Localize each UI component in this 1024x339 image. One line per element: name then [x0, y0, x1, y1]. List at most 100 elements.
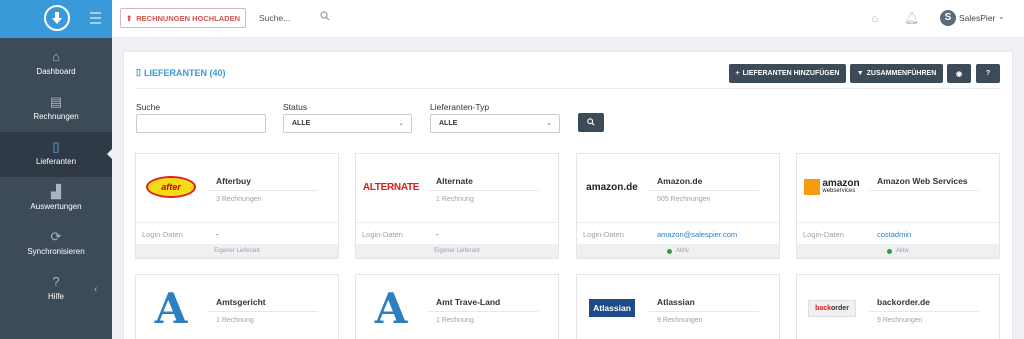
menu-toggle-icon[interactable]	[90, 12, 101, 24]
bell-icon[interactable]: 🔔︎	[904, 11, 919, 25]
status-text: Eigener Lieferant	[434, 248, 480, 254]
divider	[356, 222, 558, 223]
status-text: Aktiv	[895, 248, 909, 254]
aws-logo-text: amazon	[822, 178, 860, 189]
divider	[869, 311, 979, 312]
sidebar-item-label: Lieferanten	[35, 157, 77, 166]
home-icon: ⌂	[52, 49, 60, 64]
sidebar-item-rechnungen[interactable]: ▤ Rechnungen	[0, 87, 112, 132]
page-title-text: LIEFERANTEN (40)	[143, 67, 226, 78]
chevron-down-icon: ⌄	[398, 120, 404, 127]
status-text: Aktiv	[675, 248, 689, 254]
divider	[869, 190, 979, 191]
supplier-card-alternate[interactable]: ALTERNATE Alternate 1 Rechnung Login-Dat…	[355, 153, 559, 259]
supplier-card-aws[interactable]: amazon webservices Amazon Web Services Lo…	[796, 153, 1000, 259]
status-dot-icon	[666, 248, 672, 254]
invoice-count: 505 Rechnungen	[657, 196, 711, 203]
aws-logo: amazon webservices	[803, 166, 861, 208]
supplier-type-value: ALLE	[439, 120, 458, 127]
topbar: ⬆ RECHNUNGEN HOCHLADEN Suche... ⌂ 🔔︎ S S…	[112, 0, 1024, 38]
sidebar-header	[0, 0, 112, 38]
aws-cubes-icon	[804, 179, 821, 195]
document-icon: ▤	[49, 94, 63, 109]
invoice-count: 1 Rechnung	[436, 196, 474, 203]
divider	[208, 190, 318, 191]
sidebar-item-lieferanten[interactable]: ▯ Lieferanten	[0, 132, 112, 177]
add-supplier-label: LIEFERANTEN HINZUFÜGEN	[742, 70, 840, 77]
upload-invoices-button[interactable]: ⬆ RECHNUNGEN HOCHLADEN	[120, 8, 246, 28]
supplier-card-backorder[interactable]: backorder backorder.de 9 Rechnungen	[796, 274, 1000, 339]
login-value[interactable]: amazon@salespier.com	[657, 230, 737, 239]
supplier-status: Eigener Lieferant	[136, 244, 338, 258]
supplier-card-amt-trave-land[interactable]: A Amt Trave-Land 1 Rechnung	[355, 274, 559, 339]
sidebar-item-synchronisieren[interactable]: ⟳ Synchronisieren	[0, 222, 112, 267]
supplier-type-select[interactable]: ALLE ⌄	[430, 114, 560, 133]
invoice-count: 1 Rechnung	[436, 317, 474, 324]
supplier-card-amazon[interactable]: amazon.de Amazon.de 505 Rechnungen Login…	[576, 153, 780, 259]
filter-icon: ▼	[856, 70, 864, 77]
invoice-count: 3 Rechnungen	[216, 196, 262, 203]
username[interactable]: SalesPier	[959, 13, 995, 23]
login-label: Login-Daten	[583, 230, 624, 239]
help-button[interactable]: ?	[976, 64, 1000, 83]
add-supplier-button[interactable]: + LIEFERANTEN HINZUFÜGEN	[729, 64, 846, 83]
chevron-left-icon[interactable]: ‹	[94, 284, 97, 295]
backorder-logo-text: order	[831, 304, 849, 312]
letter-a-logo: A	[142, 284, 200, 333]
supplier-name: Alternate	[436, 176, 473, 186]
supplier-search-input[interactable]	[136, 114, 266, 133]
search-icon[interactable]	[320, 11, 330, 21]
backorder-logo: backorder	[803, 287, 861, 329]
invoice-count: 9 Rechnungen	[657, 317, 703, 324]
amazon-logo-text: amazon.de	[586, 181, 638, 193]
sidebar-item-dashboard[interactable]: ⌂ Dashboard	[0, 42, 112, 87]
status-dot-icon	[886, 248, 892, 254]
login-label: Login-Daten	[803, 230, 844, 239]
supplier-status: Aktiv	[797, 244, 999, 258]
backorder-logo-red-text: back	[815, 304, 832, 312]
login-value[interactable]: costadmin	[877, 230, 911, 239]
status-text: Eigener Lieferant	[214, 248, 260, 254]
supplier-name: Amtsgericht	[216, 297, 266, 307]
supplier-card-afterbuy[interactable]: after Afterbuy 3 Rechnungen Login-Daten …	[135, 153, 339, 259]
bank-icon[interactable]: ⌂	[871, 11, 885, 25]
login-value: -	[436, 230, 439, 239]
chart-icon: ▟	[51, 184, 61, 199]
tablet-icon: ▯	[136, 67, 141, 77]
sidebar-item-label: Hilfe	[47, 292, 64, 301]
divider	[428, 190, 538, 191]
chevron-down-icon[interactable]: ⌄	[998, 12, 1005, 21]
divider	[136, 222, 338, 223]
search-input[interactable]: Suche...	[259, 13, 290, 23]
supplier-status: Aktiv	[577, 244, 779, 258]
supplier-name: Amt Trave-Land	[436, 297, 501, 307]
divider	[577, 222, 779, 223]
divider	[649, 190, 759, 191]
login-value: -	[216, 230, 219, 239]
filter-search-button[interactable]	[578, 113, 604, 132]
letter-a-logo: A	[362, 284, 420, 333]
sync-icon: ⟳	[50, 229, 62, 244]
download-logo-icon[interactable]	[44, 5, 70, 31]
chevron-down-icon: ⌄	[546, 120, 552, 127]
plus-icon: +	[735, 70, 740, 77]
sidebar: ⌂ Dashboard ▤ Rechnungen ▯ Lieferanten ▟…	[0, 0, 112, 339]
divider	[428, 311, 538, 312]
divider	[208, 311, 318, 312]
supplier-card-atlassian[interactable]: Atlassian Atlassian 9 Rechnungen	[576, 274, 780, 339]
upload-invoices-label: RECHNUNGEN HOCHLADEN	[136, 13, 241, 23]
sidebar-item-auswertungen[interactable]: ▟ Auswertungen	[0, 177, 112, 222]
alternate-logo: ALTERNATE	[362, 166, 420, 208]
eye-icon: ◉	[955, 70, 963, 78]
view-button[interactable]: ◉	[947, 64, 971, 83]
avatar[interactable]: S	[940, 10, 956, 26]
invoice-count: 9 Rechnungen	[877, 317, 923, 324]
status-select[interactable]: ALLE ⌄	[283, 114, 412, 133]
tablet-icon: ▯	[52, 139, 60, 154]
search-label: Suche	[136, 102, 161, 112]
supplier-name: Afterbuy	[216, 176, 251, 186]
sidebar-item-label: Dashboard	[36, 67, 76, 76]
merge-button[interactable]: ▼ ZUSAMMENFÜHREN	[850, 64, 943, 83]
supplier-card-amtsgericht[interactable]: A Amtsgericht 1 Rechnung	[135, 274, 339, 339]
supplier-type-label: Lieferanten-Typ	[430, 102, 490, 112]
